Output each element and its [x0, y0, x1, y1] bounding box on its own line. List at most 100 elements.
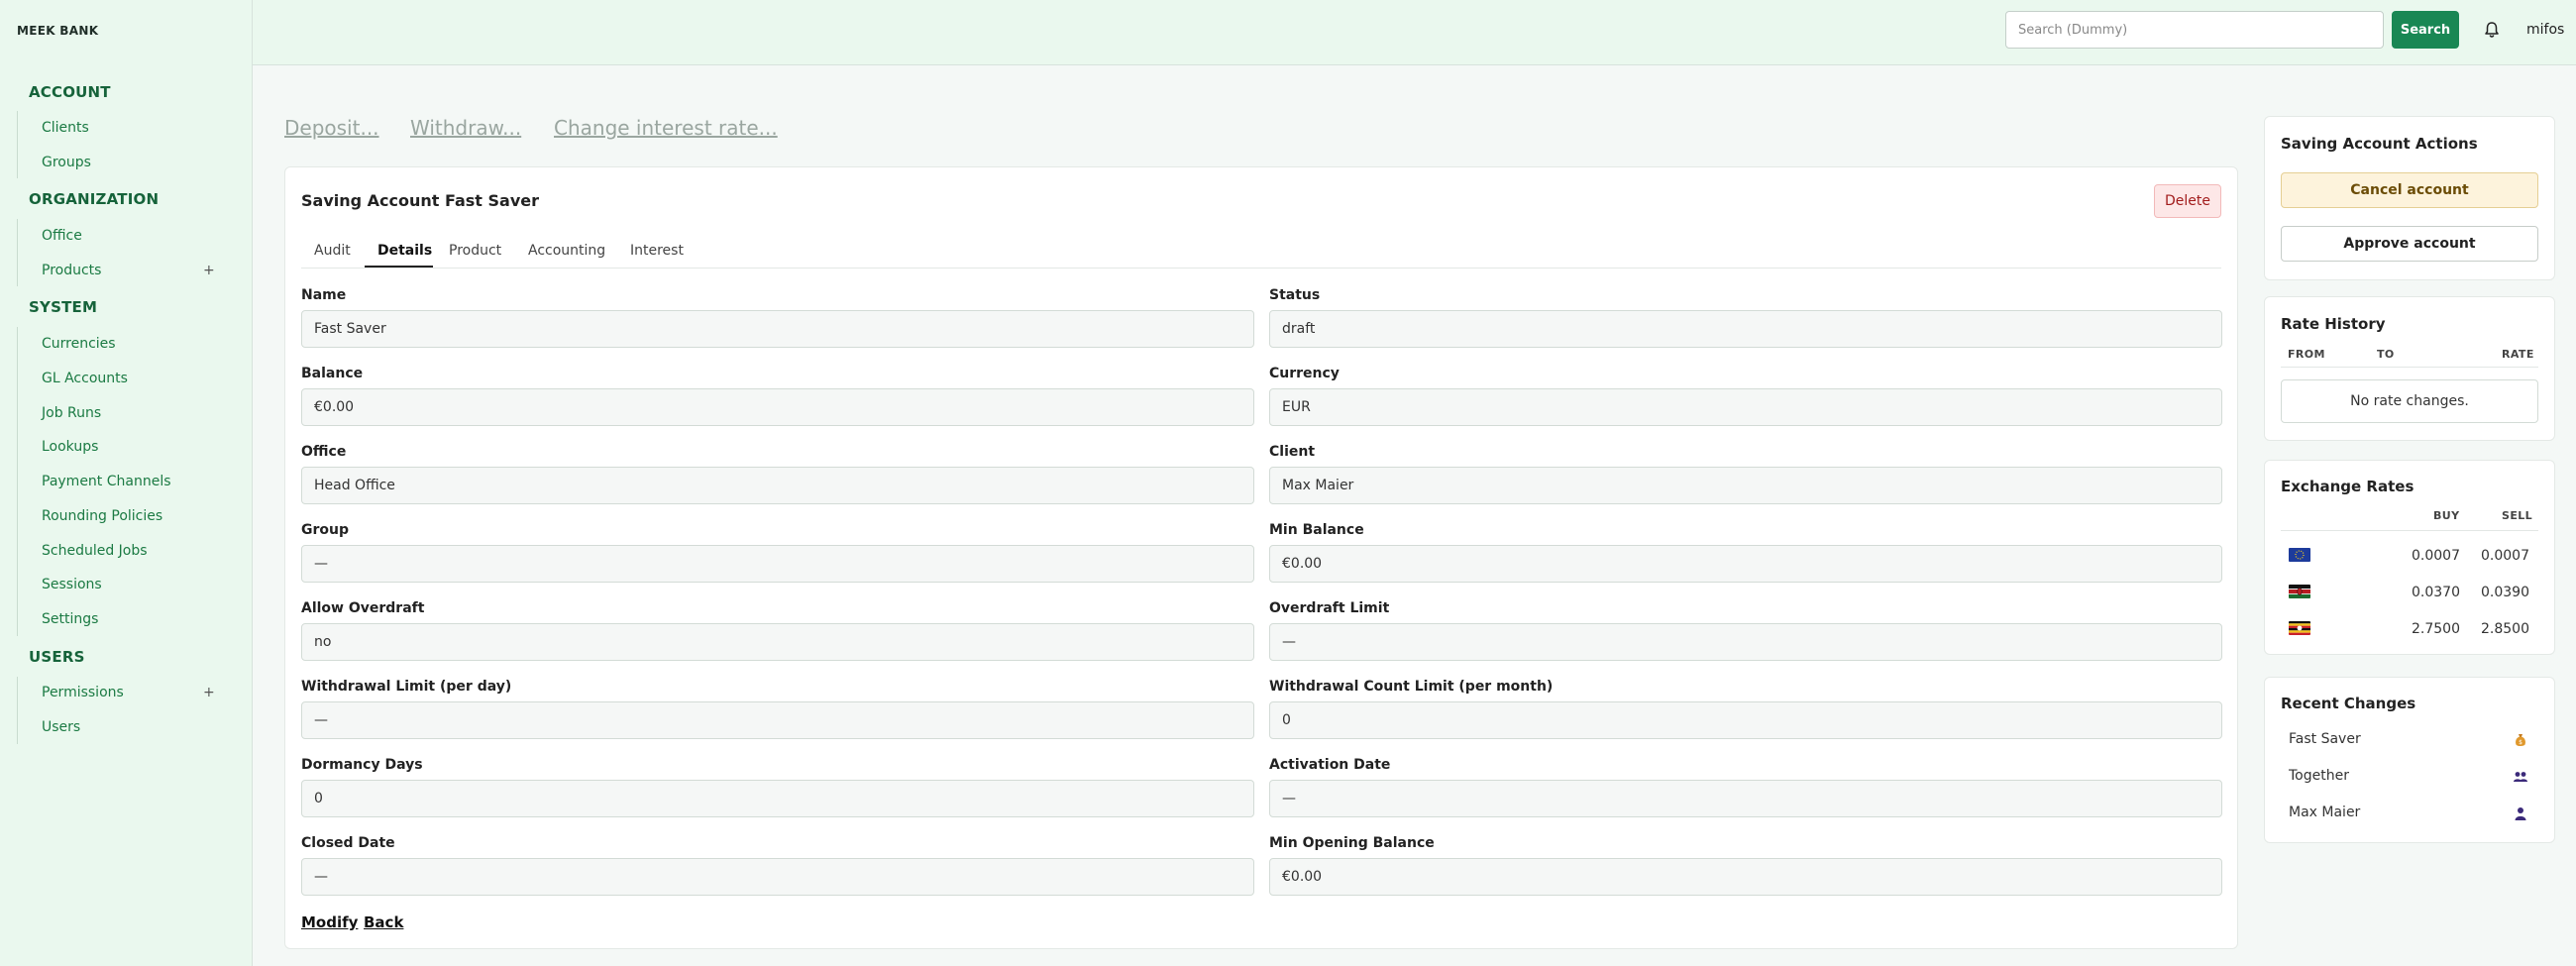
currency-field[interactable]: EUR — [1269, 388, 2222, 426]
cancel-account-button[interactable]: Cancel account — [2281, 172, 2538, 208]
sidebar-item-sessions[interactable]: Sessions — [42, 577, 102, 592]
client-field[interactable]: Max Maier — [1269, 467, 2222, 504]
sidebar-item-groups[interactable]: Groups — [42, 155, 91, 170]
office-field[interactable]: Head Office — [301, 467, 1254, 504]
kes-sell-rate: 0.0390 — [2481, 585, 2529, 600]
group-divider — [17, 111, 18, 178]
sidebar-item-payment-channels[interactable]: Payment Channels — [42, 474, 171, 489]
expand-products-icon[interactable]: + — [203, 263, 215, 278]
uganda-flag-icon — [2289, 621, 2310, 635]
search-button[interactable]: Search — [2392, 11, 2459, 49]
closed-date-label: Closed Date — [301, 835, 395, 851]
exchange-rates-divider — [2281, 530, 2538, 531]
sidebar-item-lookups[interactable]: Lookups — [42, 439, 98, 455]
balance-field[interactable]: €0.00 — [301, 388, 1254, 426]
buy-header: BUY — [2433, 509, 2460, 522]
back-link[interactable]: Back — [364, 913, 403, 931]
search-input[interactable] — [2005, 11, 2384, 49]
activation-date-field[interactable]: — — [1269, 780, 2222, 817]
modify-link[interactable]: Modify — [301, 913, 358, 931]
withdrawal-limit-label: Withdrawal Limit (per day) — [301, 679, 512, 695]
sidebar-item-gl-accounts[interactable]: GL Accounts — [42, 371, 128, 386]
withdrawal-limit-field[interactable]: — — [301, 701, 1254, 739]
kes-buy-rate: 0.0370 — [2412, 585, 2460, 600]
eur-sell-rate: 0.0007 — [2481, 548, 2529, 564]
bell-icon[interactable] — [2482, 20, 2502, 40]
deposit-link[interactable]: Deposit... — [284, 116, 379, 140]
currency-label: Currency — [1269, 366, 1340, 381]
office-label: Office — [301, 444, 347, 460]
sidebar: MEEK BANK ACCOUNT Clients Groups ORGANIZ… — [0, 0, 253, 966]
ugx-buy-rate: 2.7500 — [2412, 621, 2460, 637]
section-organization: ORGANIZATION — [29, 190, 160, 208]
sidebar-item-job-runs[interactable]: Job Runs — [42, 405, 101, 421]
withdrawal-count-limit-field[interactable]: 0 — [1269, 701, 2222, 739]
sell-header: SELL — [2502, 509, 2533, 522]
tab-details[interactable]: Details — [377, 243, 432, 259]
delete-button[interactable]: Delete — [2154, 184, 2221, 218]
sidebar-item-currencies[interactable]: Currencies — [42, 336, 116, 352]
rate-from-header: FROM — [2288, 348, 2325, 361]
sidebar-item-office[interactable]: Office — [42, 228, 82, 244]
recent-changes-title: Recent Changes — [2281, 695, 2416, 712]
overdraft-limit-field[interactable]: — — [1269, 623, 2222, 661]
sidebar-item-rounding-policies[interactable]: Rounding Policies — [42, 508, 162, 524]
brand-logo[interactable]: MEEK BANK — [17, 24, 98, 38]
status-label: Status — [1269, 287, 1321, 303]
kenya-flag-icon — [2289, 585, 2310, 598]
group-field[interactable]: — — [301, 545, 1254, 583]
recent-change-max-maier[interactable]: Max Maier — [2289, 805, 2360, 820]
change-interest-rate-link[interactable]: Change interest rate... — [554, 116, 778, 140]
group-icon — [2513, 769, 2528, 785]
sidebar-item-permissions[interactable]: Permissions — [42, 685, 124, 700]
closed-date-field[interactable]: — — [301, 858, 1254, 896]
withdrawal-count-limit-label: Withdrawal Count Limit (per month) — [1269, 679, 1554, 695]
balance-label: Balance — [301, 366, 364, 381]
rate-to-header: TO — [2377, 348, 2395, 361]
sidebar-item-scheduled-jobs[interactable]: Scheduled Jobs — [42, 543, 148, 559]
sidebar-item-users[interactable]: Users — [42, 719, 80, 735]
allow-overdraft-field[interactable]: no — [301, 623, 1254, 661]
sidebar-item-clients[interactable]: Clients — [42, 120, 89, 136]
active-tab-indicator — [365, 266, 433, 268]
group-label: Group — [301, 522, 350, 538]
account-actions-title: Saving Account Actions — [2281, 135, 2478, 153]
user-menu[interactable]: mifos — [2526, 22, 2564, 38]
dormancy-days-field[interactable]: 0 — [301, 780, 1254, 817]
page-title: Saving Account Fast Saver — [301, 191, 540, 210]
tab-accounting[interactable]: Accounting — [528, 243, 605, 259]
group-divider — [17, 327, 18, 636]
approve-account-button[interactable]: Approve account — [2281, 226, 2538, 262]
tab-interest[interactable]: Interest — [630, 243, 684, 259]
min-opening-balance-field[interactable]: €0.00 — [1269, 858, 2222, 896]
section-system: SYSTEM — [29, 298, 98, 316]
allow-overdraft-label: Allow Overdraft — [301, 600, 425, 616]
eur-buy-rate: 0.0007 — [2412, 548, 2460, 564]
recent-change-together[interactable]: Together — [2289, 768, 2349, 784]
group-divider — [17, 219, 18, 286]
withdraw-link[interactable]: Withdraw... — [410, 116, 521, 140]
status-field[interactable]: draft — [1269, 310, 2222, 348]
eu-flag-icon — [2289, 548, 2310, 562]
client-label: Client — [1269, 444, 1316, 460]
svg-text:$: $ — [2519, 739, 2522, 746]
recent-change-fast-saver[interactable]: Fast Saver — [2289, 731, 2361, 747]
exchange-rates-title: Exchange Rates — [2281, 478, 2415, 495]
min-balance-field[interactable]: €0.00 — [1269, 545, 2222, 583]
section-users: USERS — [29, 648, 85, 666]
rate-rate-header: RATE — [2502, 348, 2534, 361]
min-balance-label: Min Balance — [1269, 522, 1364, 538]
sidebar-item-products[interactable]: Products — [42, 263, 101, 278]
sidebar-item-settings[interactable]: Settings — [42, 611, 98, 627]
tab-audit[interactable]: Audit — [314, 243, 351, 259]
tab-product[interactable]: Product — [449, 243, 501, 259]
expand-permissions-icon[interactable]: + — [203, 685, 215, 700]
group-divider — [17, 677, 18, 744]
name-field[interactable]: Fast Saver — [301, 310, 1254, 348]
dormancy-days-label: Dormancy Days — [301, 757, 423, 773]
activation-date-label: Activation Date — [1269, 757, 1391, 773]
section-account: ACCOUNT — [29, 83, 111, 101]
name-label: Name — [301, 287, 347, 303]
overdraft-limit-label: Overdraft Limit — [1269, 600, 1390, 616]
ugx-sell-rate: 2.8500 — [2481, 621, 2529, 637]
